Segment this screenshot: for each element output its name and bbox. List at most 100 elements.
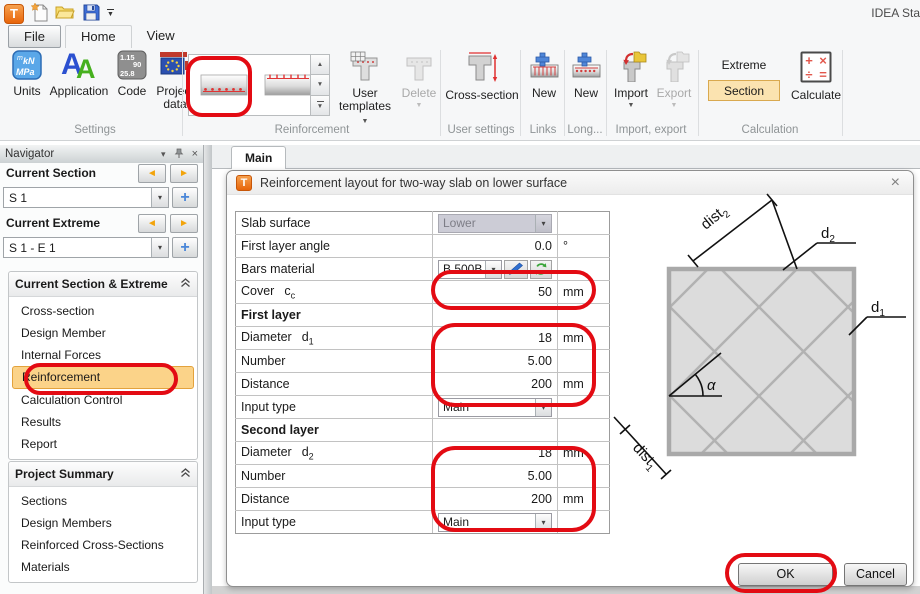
window-title: IDEA Sta [871, 6, 920, 20]
collapse-icon[interactable] [180, 467, 191, 481]
export-icon [657, 50, 691, 85]
template-lower-surface[interactable] [195, 55, 253, 115]
prev-section-button[interactable]: ◄ [138, 164, 166, 183]
svg-text:×: × [819, 53, 827, 68]
collapse-icon[interactable] [180, 277, 191, 291]
pencil-icon [508, 262, 524, 276]
second-layer-header: Second layer [236, 419, 433, 442]
tab-home[interactable]: Home [65, 25, 132, 48]
edit-material-button[interactable] [504, 260, 528, 279]
properties-table: Slab surface Lower ▾ First layer angle 0… [235, 211, 610, 534]
panel-splitter[interactable] [204, 145, 212, 594]
app-window: T ▼ IDEA Sta File Home View mkNMPa Units… [0, 0, 920, 594]
current-extreme-label: Current Extreme [6, 216, 100, 230]
code-button[interactable]: 1.159025.8 Code [114, 50, 150, 98]
table-row-l1-input-type: Input type Main ▾ [236, 396, 610, 419]
document-tabbar [212, 145, 920, 169]
svg-text:÷: ÷ [805, 67, 812, 82]
gallery-down-icon[interactable]: ▼ [310, 75, 330, 95]
extreme-toggle[interactable]: Extreme [708, 58, 780, 72]
nav-item-design-members[interactable]: Design Members [9, 512, 197, 534]
table-row-first-layer-header: First layer [236, 304, 610, 327]
l2-number-value[interactable]: 5.00 [433, 465, 558, 488]
project-summary-header[interactable]: Project Summary [9, 462, 197, 487]
ok-button[interactable]: OK [738, 563, 833, 586]
nav-item-cross-section[interactable]: Cross-section [9, 300, 197, 322]
l2-diameter-value[interactable]: 18 [433, 442, 558, 465]
refresh-material-button[interactable] [530, 260, 552, 279]
bars-material-dropdown[interactable]: B 500B ▾ [438, 260, 502, 279]
cover-unit: mm [558, 281, 610, 304]
new-longitudinal-button[interactable]: New [566, 52, 606, 100]
l1-distance-unit: mm [558, 373, 610, 396]
next-section-button[interactable]: ► [170, 164, 198, 183]
navigator-panel: Navigator ▾ × Current Section ◄ ► S 1 ▾ … [0, 145, 204, 594]
l1-distance-value[interactable]: 200 [433, 373, 558, 396]
section-toggle[interactable]: Section [708, 80, 780, 101]
slab-diagram: dist2 d2 d1 α dist1 [609, 193, 909, 538]
table-row-l1-distance: Distance 200 mm [236, 373, 610, 396]
cross-section-button[interactable]: Cross-section [444, 50, 520, 102]
l1-diameter-value[interactable]: 18 [433, 327, 558, 350]
qat-customize-icon[interactable]: ▼ [107, 9, 114, 19]
l2-input-type-dropdown[interactable]: Main ▾ [438, 513, 552, 532]
add-extreme-button[interactable]: + [172, 237, 198, 258]
cover-value[interactable]: 50 [433, 281, 558, 304]
nav-item-sections[interactable]: Sections [9, 490, 197, 512]
chevron-down-icon[interactable]: ▾ [535, 399, 551, 416]
chevron-down-icon[interactable]: ▾ [151, 238, 168, 257]
nav-item-design-member[interactable]: Design Member [9, 322, 197, 344]
add-section-button[interactable]: + [172, 187, 198, 208]
gallery-up-icon[interactable]: ▲ [310, 54, 330, 75]
nav-item-results[interactable]: Results [9, 411, 197, 433]
nav-item-reinforced-cross-sections[interactable]: Reinforced Cross-Sections [9, 534, 197, 556]
current-extreme-dropdown[interactable]: S 1 - E 1 ▾ [3, 237, 169, 258]
nav-item-reinforcement[interactable]: Reinforcement [12, 366, 194, 389]
new-link-button[interactable]: New [524, 52, 564, 100]
new-file-icon[interactable] [31, 2, 48, 25]
nav-item-internal-forces[interactable]: Internal Forces [9, 344, 197, 366]
cross-section-icon [464, 50, 500, 87]
nav-item-report[interactable]: Report [9, 433, 197, 455]
tab-main[interactable]: Main [231, 146, 286, 169]
chevron-down-icon[interactable]: ▾ [151, 188, 168, 207]
template-upper-surface[interactable] [259, 55, 317, 115]
pin-icon[interactable] [174, 148, 184, 161]
nav-item-calculation-control[interactable]: Calculation Control [9, 389, 197, 411]
l2-distance-unit: mm [558, 488, 610, 511]
l2-distance-value[interactable]: 200 [433, 488, 558, 511]
group-label-calculation: Calculation [700, 124, 840, 136]
application-button[interactable]: AA Application [46, 48, 112, 98]
first-layer-header: First layer [236, 304, 433, 327]
import-button[interactable]: Import ▼ [609, 50, 653, 109]
close-panel-icon[interactable]: × [192, 149, 198, 159]
cancel-button[interactable]: Cancel [844, 563, 907, 586]
calculate-button[interactable]: +×÷= Calculate [788, 50, 844, 102]
units-button[interactable]: mkNMPa Units [8, 50, 46, 98]
nav-item-materials[interactable]: Materials [9, 556, 197, 578]
current-section-dropdown[interactable]: S 1 ▾ [3, 187, 169, 208]
open-folder-icon[interactable] [55, 4, 75, 23]
first-layer-angle-value[interactable]: 0.0 [433, 235, 558, 258]
tab-file[interactable]: File [8, 25, 61, 48]
save-icon[interactable] [82, 3, 100, 24]
chevron-down-icon[interactable]: ▾ [485, 261, 501, 278]
next-extreme-button[interactable]: ► [170, 214, 198, 233]
arrow-left-icon: ◄ [147, 168, 157, 179]
section-extreme-group-header[interactable]: Current Section & Extreme [9, 272, 197, 297]
close-icon[interactable]: × [887, 175, 904, 191]
table-row-l2-input-type: Input type Main ▾ [236, 511, 610, 534]
first-layer-angle-label: First layer angle [236, 235, 433, 258]
table-row-first-layer-angle: First layer angle 0.0 ° [236, 235, 610, 258]
prev-extreme-button[interactable]: ◄ [138, 214, 166, 233]
chevron-down-icon: ▼ [416, 102, 423, 109]
dist1-label: dist1 [627, 440, 662, 475]
tab-view[interactable]: View [132, 25, 190, 48]
user-templates-icon [349, 50, 381, 85]
l1-input-type-dropdown[interactable]: Main ▾ [438, 398, 552, 417]
panel-menu-icon[interactable]: ▾ [161, 149, 166, 159]
l1-number-value[interactable]: 5.00 [433, 350, 558, 373]
gallery-expand-icon[interactable]: ▼ [310, 96, 330, 116]
chevron-down-icon[interactable]: ▾ [535, 514, 551, 531]
user-templates-button[interactable]: User templates ▼ [334, 50, 396, 126]
